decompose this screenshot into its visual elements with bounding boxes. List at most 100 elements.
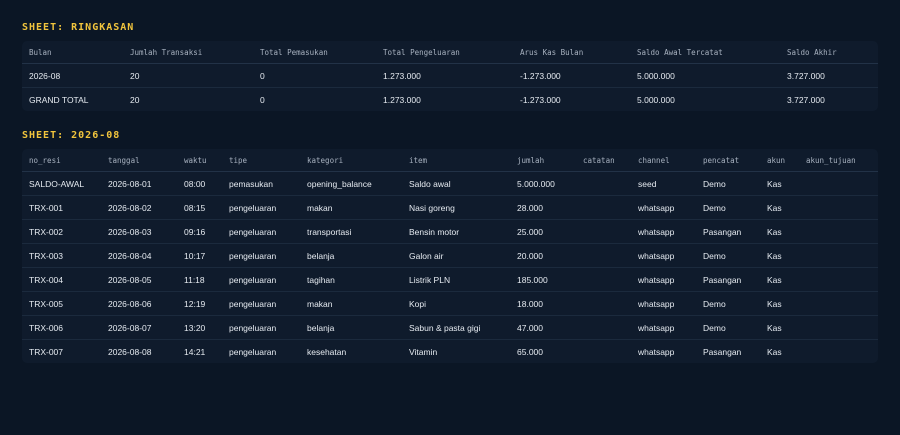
table-cell[interactable]: 08:15	[177, 195, 222, 220]
summary-col-header[interactable]: Total Pemasukan	[253, 41, 376, 64]
table-cell[interactable]: 1.273.000	[376, 88, 513, 112]
table-cell[interactable]: pengeluaran	[222, 291, 300, 316]
table-cell[interactable]: 2026-08-02	[101, 195, 177, 220]
table-cell[interactable]: 2026-08-01	[101, 171, 177, 196]
table-cell[interactable]	[576, 219, 631, 244]
table-cell[interactable]: Bensin motor	[402, 219, 510, 244]
table-cell[interactable]: 10:17	[177, 243, 222, 268]
table-cell[interactable]: 08:00	[177, 171, 222, 196]
table-cell[interactable]: 28.000	[510, 195, 576, 220]
table-cell[interactable]: pemasukan	[222, 171, 300, 196]
table-cell[interactable]: TRX-005	[22, 291, 101, 316]
month-col-header[interactable]: jumlah	[510, 149, 576, 172]
table-cell[interactable]: 2026-08-03	[101, 219, 177, 244]
table-cell[interactable]: Kas	[760, 171, 799, 196]
table-cell[interactable]: Kas	[760, 219, 799, 244]
table-cell[interactable]: 2026-08-05	[101, 267, 177, 292]
table-cell[interactable]	[576, 315, 631, 340]
month-col-header[interactable]: pencatat	[696, 149, 760, 172]
summary-col-header[interactable]: Arus Kas Bulan	[513, 41, 630, 64]
table-cell[interactable]: Demo	[696, 291, 760, 316]
table-cell[interactable]: pengeluaran	[222, 243, 300, 268]
month-col-header[interactable]: akun	[760, 149, 799, 172]
table-cell[interactable]: Pasangan	[696, 219, 760, 244]
table-cell[interactable]: SALDO-AWAL	[22, 171, 101, 196]
table-cell[interactable]	[576, 291, 631, 316]
table-cell[interactable]	[799, 195, 878, 220]
summary-col-header[interactable]: Bulan	[22, 41, 123, 64]
month-col-header[interactable]: waktu	[177, 149, 222, 172]
table-cell[interactable]: kesehatan	[300, 340, 402, 364]
table-cell[interactable]: whatsapp	[631, 315, 696, 340]
table-cell[interactable]: TRX-006	[22, 315, 101, 340]
table-cell[interactable]: Kas	[760, 243, 799, 268]
table-cell[interactable]: TRX-004	[22, 267, 101, 292]
table-cell[interactable]: Kas	[760, 315, 799, 340]
table-cell[interactable]: Galon air	[402, 243, 510, 268]
table-cell[interactable]: pengeluaran	[222, 195, 300, 220]
month-col-header[interactable]: no_resi	[22, 149, 101, 172]
table-cell[interactable]: Demo	[696, 243, 760, 268]
table-cell[interactable]: makan	[300, 291, 402, 316]
table-cell[interactable]: makan	[300, 195, 402, 220]
table-cell[interactable]: 0	[253, 63, 376, 88]
table-cell[interactable]	[799, 340, 878, 364]
table-cell[interactable]: Demo	[696, 195, 760, 220]
table-cell[interactable]: 12:19	[177, 291, 222, 316]
table-cell[interactable]: Kas	[760, 291, 799, 316]
table-cell[interactable]: whatsapp	[631, 291, 696, 316]
table-cell[interactable]: 2026-08	[22, 63, 123, 88]
table-cell[interactable]: pengeluaran	[222, 219, 300, 244]
table-cell[interactable]	[576, 171, 631, 196]
table-cell[interactable]: Vitamin	[402, 340, 510, 364]
table-cell[interactable]: pengeluaran	[222, 340, 300, 364]
table-cell[interactable]: 1.273.000	[376, 63, 513, 88]
table-cell[interactable]: 18.000	[510, 291, 576, 316]
table-cell[interactable]: 5.000.000	[630, 88, 780, 112]
table-cell[interactable]: TRX-003	[22, 243, 101, 268]
month-col-header[interactable]: kategori	[300, 149, 402, 172]
table-cell[interactable]	[576, 195, 631, 220]
table-cell[interactable]	[799, 243, 878, 268]
table-cell[interactable]: 2026-08-08	[101, 340, 177, 364]
table-cell[interactable]: TRX-001	[22, 195, 101, 220]
table-cell[interactable]	[799, 315, 878, 340]
table-cell[interactable]: Nasi goreng	[402, 195, 510, 220]
table-cell[interactable]: 3.727.000	[780, 63, 878, 88]
table-cell[interactable]: 65.000	[510, 340, 576, 364]
table-cell[interactable]: Sabun & pasta gigi	[402, 315, 510, 340]
table-cell[interactable]: whatsapp	[631, 267, 696, 292]
table-cell[interactable]: Kas	[760, 267, 799, 292]
table-cell[interactable]	[799, 291, 878, 316]
table-cell[interactable]	[799, 219, 878, 244]
table-cell[interactable]	[576, 267, 631, 292]
table-cell[interactable]: 5.000.000	[510, 171, 576, 196]
table-cell[interactable]: 20	[123, 88, 253, 112]
table-cell[interactable]: 0	[253, 88, 376, 112]
table-cell[interactable]: Demo	[696, 315, 760, 340]
month-col-header[interactable]: item	[402, 149, 510, 172]
table-cell[interactable]: pengeluaran	[222, 267, 300, 292]
table-cell[interactable]: 13:20	[177, 315, 222, 340]
table-cell[interactable]: TRX-007	[22, 340, 101, 364]
table-cell[interactable]: 14:21	[177, 340, 222, 364]
table-cell[interactable]: whatsapp	[631, 195, 696, 220]
table-cell[interactable]: -1.273.000	[513, 63, 630, 88]
table-cell[interactable]	[576, 243, 631, 268]
table-cell[interactable]: belanja	[300, 315, 402, 340]
table-cell[interactable]: 2026-08-06	[101, 291, 177, 316]
table-cell[interactable]: Saldo awal	[402, 171, 510, 196]
month-col-header[interactable]: tipe	[222, 149, 300, 172]
table-cell[interactable]: 2026-08-04	[101, 243, 177, 268]
summary-col-header[interactable]: Saldo Akhir	[780, 41, 878, 64]
month-col-header[interactable]: akun_tujuan	[799, 149, 878, 172]
table-cell[interactable]: Pasangan	[696, 340, 760, 364]
table-cell[interactable]: pengeluaran	[222, 315, 300, 340]
table-cell[interactable]: Demo	[696, 171, 760, 196]
table-cell[interactable]	[799, 267, 878, 292]
table-cell[interactable]: Kas	[760, 195, 799, 220]
month-col-header[interactable]: channel	[631, 149, 696, 172]
table-cell[interactable]: 11:18	[177, 267, 222, 292]
month-col-header[interactable]: tanggal	[101, 149, 177, 172]
table-cell[interactable]: GRAND TOTAL	[22, 88, 123, 112]
